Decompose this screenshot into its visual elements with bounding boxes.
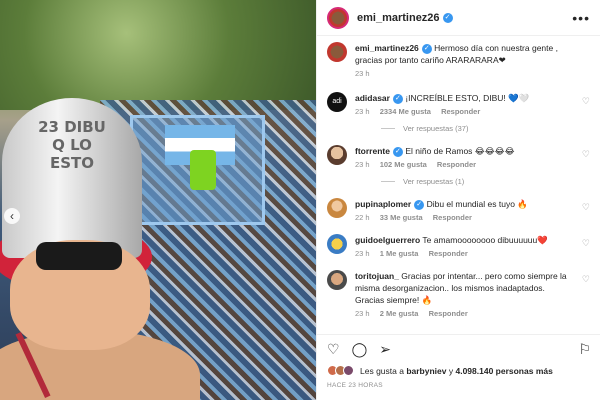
comment-likes[interactable]: 102 Me gusta (380, 160, 427, 169)
post-timestamp: HACE 23 HORAS (327, 382, 383, 389)
post-header: emi_martinez26 ✓ ••• (317, 0, 600, 36)
comment-item: adi adidasar ✓ ¡INCREÍBLE ESTO, DIBU! 💙🤍 … (327, 92, 590, 118)
likes-summary[interactable]: Les gusta a barbyniev y 4.098.140 person… (327, 365, 591, 376)
commenter-avatar[interactable] (327, 234, 347, 254)
reply-button[interactable]: Responder (437, 160, 476, 169)
verified-badge-icon: ✓ (392, 93, 403, 104)
comment-text: ¡INCREÍBLE ESTO, DIBU! 💙🤍 (405, 93, 530, 103)
caption-username[interactable]: emi_martinez26 (355, 43, 419, 53)
comment-text: Te amamoooooooo dibuuuuuu❤️ (422, 235, 548, 245)
reply-button[interactable]: Responder (429, 249, 468, 258)
comment-like-heart-icon[interactable]: ♡ (582, 238, 590, 249)
view-replies-button[interactable]: Ver respuestas (1) (381, 177, 590, 186)
comment-item: guidoelguerrero Te amamoooooooo dibuuuuu… (327, 234, 590, 260)
comment-like-heart-icon[interactable]: ♡ (582, 202, 590, 213)
caption-time: 23 h (355, 69, 370, 78)
author-avatar[interactable] (327, 6, 349, 29)
reply-button[interactable]: Responder (429, 309, 468, 318)
comment-likes[interactable]: 1 Me gusta (380, 249, 419, 258)
author-username[interactable]: emi_martinez26 ✓ (357, 12, 453, 24)
heart-icon[interactable]: ♡ (327, 341, 340, 358)
likes-user[interactable]: barbyniev (406, 366, 446, 376)
instagram-post-view: 23 DIBU Q LO ESTO ‹ emi_martinez26 ✓ ••• … (0, 0, 600, 400)
verified-badge-icon: ✓ (442, 12, 453, 23)
verified-badge-icon: ✓ (392, 146, 403, 157)
action-bar: ♡ ◯ ➢ ⚐ (327, 339, 591, 359)
comment-text: Dibu el mundial es tuyo 🔥 (426, 199, 528, 209)
comment-username[interactable]: guidoelguerrero (355, 235, 420, 245)
comment-icon[interactable]: ◯ (352, 341, 368, 358)
more-options-icon[interactable]: ••• (572, 10, 590, 26)
view-replies-button[interactable]: Ver respuestas (37) (381, 124, 590, 133)
send-icon[interactable]: ➢ (379, 341, 391, 358)
commenter-avatar[interactable] (327, 198, 347, 218)
comment-username[interactable]: adidasar (355, 93, 390, 103)
comment-username[interactable]: toritojuan_ (355, 271, 399, 281)
bookmark-icon[interactable]: ⚐ (578, 341, 591, 358)
likes-joiner: y (448, 365, 454, 376)
caption-avatar[interactable] (327, 42, 347, 62)
photo-sunglasses (36, 242, 122, 270)
comment-item: toritojuan_ Gracias por intentar... pero… (327, 270, 590, 320)
likes-count[interactable]: 4.098.140 personas más (455, 366, 552, 376)
comments-list[interactable]: emi_martinez26 ✓ Hermoso día con nuestra … (317, 36, 600, 328)
comment-time: 23 h (355, 249, 370, 258)
comment-username[interactable]: pupinaplomer (355, 199, 411, 209)
comment-like-heart-icon[interactable]: ♡ (582, 96, 590, 107)
commenter-avatar[interactable]: adi (327, 92, 347, 112)
reply-button[interactable]: Responder (441, 107, 480, 116)
comment-likes[interactable]: 2 Me gusta (380, 309, 419, 318)
post-photo[interactable]: 23 DIBU Q LO ESTO ‹ (0, 0, 316, 400)
comment-like-heart-icon[interactable]: ♡ (582, 149, 590, 160)
comment-likes[interactable]: 2334 Me gusta (380, 107, 431, 116)
reply-button[interactable]: Responder (433, 213, 472, 222)
commenter-avatar[interactable] (327, 145, 347, 165)
comment-time: 23 h (355, 160, 370, 169)
comment-text: El niño de Ramos 😂😂😂😂 (405, 146, 515, 156)
comment-like-heart-icon[interactable]: ♡ (582, 274, 590, 285)
photo-trees (0, 0, 316, 110)
post-side-panel: emi_martinez26 ✓ ••• emi_martinez26 ✓ Herm… (316, 0, 600, 400)
photo-player-green-shirt (190, 150, 216, 190)
comment-time: 22 h (355, 213, 370, 222)
liker-avatars (327, 365, 354, 376)
likes-prefix: Les gusta a (360, 365, 404, 376)
caption: emi_martinez26 ✓ Hermoso día con nuestra … (327, 42, 590, 80)
post-actions: ♡ ◯ ➢ ⚐ Les gusta a barbyniev y 4.098.14… (317, 334, 600, 400)
photo-hat-text: 23 DIBU Q LO ESTO (38, 118, 106, 172)
commenter-avatar[interactable] (327, 270, 347, 290)
comment-item: pupinaplomer ✓ Dibu el mundial es tuyo 🔥 … (327, 198, 590, 224)
comment-time: 23 h (355, 107, 370, 116)
verified-badge-icon: ✓ (414, 199, 425, 210)
comment-likes[interactable]: 33 Me gusta (380, 213, 423, 222)
comment-item: ftorrente ✓ El niño de Ramos 😂😂😂😂 23 h 10… (327, 145, 590, 171)
verified-badge-icon: ✓ (421, 43, 432, 54)
comment-username[interactable]: ftorrente (355, 146, 390, 156)
previous-slide-icon[interactable]: ‹ (4, 208, 20, 224)
comment-time: 23 h (355, 309, 370, 318)
